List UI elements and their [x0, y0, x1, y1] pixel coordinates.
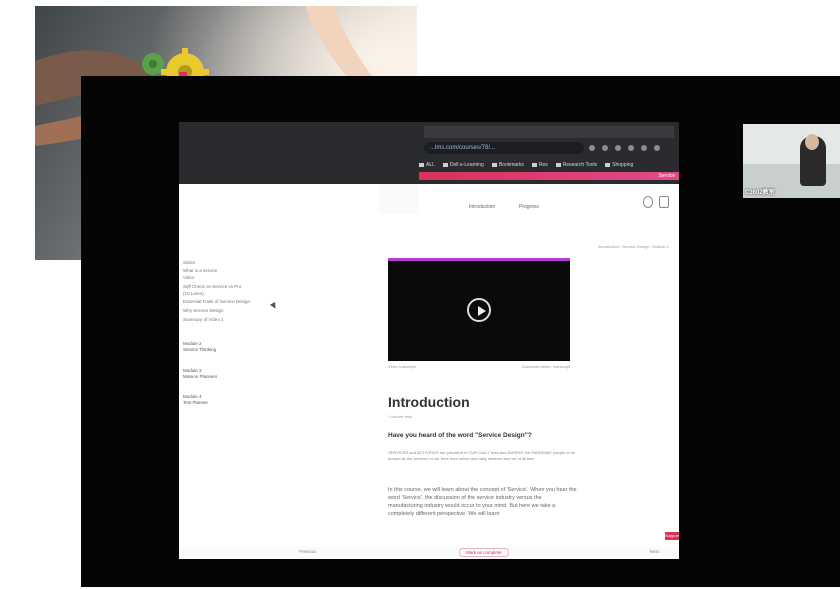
lesson-content: Introduction / Service Design / Module 1… — [379, 214, 679, 559]
bookmark-label: Research Tools — [562, 162, 598, 168]
tab-introduction[interactable]: Introduction — [469, 204, 495, 210]
browser-chrome: ...lms.com/courses/78/... ALL Dell e-Lea… — [179, 122, 679, 184]
sidebar-module-sub[interactable]: Mission Planners — [183, 374, 217, 379]
next-button[interactable]: Next — [650, 549, 659, 554]
course-sidebar: Slides What is a service Video Self Chec… — [179, 184, 379, 559]
tab-strip[interactable] — [424, 126, 674, 138]
video-player[interactable] — [388, 258, 570, 361]
folder-icon — [605, 162, 611, 167]
address-bar[interactable]: ...lms.com/courses/78/... — [424, 142, 584, 154]
intro-paragraph-small: SERVICES and ACTIVITIES are prevalent in… — [388, 450, 575, 461]
sidebar-item[interactable]: Essential Traits of Service Design — [183, 299, 250, 304]
bookmark-item[interactable]: Shopping — [605, 162, 633, 168]
download-video-link[interactable]: Download video / transcript — [522, 364, 570, 369]
sidebar-item[interactable]: (10 Laren) — [183, 291, 204, 296]
sidebar-module-sub[interactable]: Test Planner — [183, 400, 208, 405]
play-icon[interactable] — [467, 298, 491, 322]
menu-icon[interactable] — [654, 145, 660, 151]
sidebar-item[interactable]: Slides — [183, 260, 195, 265]
bell-icon[interactable] — [643, 196, 653, 208]
sidebar-item[interactable]: Why Service Design — [183, 308, 224, 313]
extensions-icon[interactable] — [628, 145, 634, 151]
accent-bar-label[interactable]: Service — [658, 172, 675, 180]
course-header: Introduction Progress — [419, 184, 679, 215]
profile-icon[interactable] — [659, 196, 669, 208]
participant-video-tile[interactable]: C3602教室 — [743, 124, 840, 198]
bookmark-item[interactable]: Research Tools — [555, 162, 598, 168]
sidebar-item[interactable]: Self Check on Service vs Pro — [183, 284, 241, 289]
bookmark-label: Res — [538, 162, 548, 168]
star-icon[interactable] — [615, 145, 621, 151]
section-question: Have you heard of the word "Service Desi… — [388, 432, 532, 439]
bookmark-label: Dell e-Learning — [449, 162, 484, 168]
search-icon[interactable] — [589, 145, 595, 151]
video-transcript-link[interactable]: Video transcript — [388, 364, 416, 369]
intro-paragraph: In this course, we will learn about the … — [388, 487, 577, 517]
course-accent-bar — [419, 172, 679, 180]
sidebar-item[interactable]: What is a service — [183, 268, 217, 273]
sidebar-module-sub[interactable]: Service Thinking — [183, 347, 216, 352]
mark-complete-button[interactable]: Mark as complete — [459, 548, 509, 557]
bookmark-item[interactable]: Res — [531, 162, 548, 168]
folder-icon — [531, 162, 537, 167]
browser-window: ...lms.com/courses/78/... ALL Dell e-Lea… — [179, 122, 679, 559]
bookmark-item[interactable]: Dell e-Learning — [442, 162, 484, 168]
page-title: Introduction — [388, 394, 470, 410]
bookmarks-bar: ALL Dell e-Learning Bookmarks Res Resear… — [419, 160, 679, 170]
browser-toolbar-icons — [589, 142, 674, 154]
profile-icon[interactable] — [641, 145, 647, 151]
video-meta: Video transcript Download video / transc… — [388, 364, 570, 369]
folder-icon — [555, 162, 561, 167]
sidebar-module-title[interactable]: Module 3 — [183, 368, 202, 373]
participant-face — [805, 134, 819, 150]
meeting-screen: ...lms.com/courses/78/... ALL Dell e-Lea… — [81, 76, 840, 587]
bookmark-label: Shopping — [612, 162, 634, 168]
sidebar-module-title[interactable]: Module 4 — [183, 394, 202, 399]
folder-icon — [491, 162, 497, 167]
tab-progress[interactable]: Progress — [519, 204, 539, 210]
support-button[interactable]: Support — [665, 532, 679, 540]
breadcrumb[interactable]: Introduction / Service Design / Module 1 — [598, 244, 669, 249]
sidebar-item[interactable]: Video — [183, 275, 194, 280]
previous-button[interactable]: Previous — [299, 549, 317, 554]
bookmark-item[interactable]: ALL — [419, 162, 435, 168]
lesson-navigation: Previous Mark as complete Next — [179, 547, 679, 559]
sidebar-item[interactable]: Summary of Video 1 — [183, 317, 224, 322]
folder-icon — [442, 162, 448, 167]
bookmark-label: Bookmarks — [498, 162, 524, 168]
participant-name: C3602教室 — [745, 190, 775, 196]
read-time: 1 minute read — [388, 414, 413, 419]
bookmark-label: ALL — [426, 162, 435, 168]
folder-icon — [419, 162, 424, 167]
sidebar-module-title[interactable]: Module 2 — [183, 341, 202, 346]
share-icon[interactable] — [602, 145, 608, 151]
bookmark-item[interactable]: Bookmarks — [491, 162, 524, 168]
